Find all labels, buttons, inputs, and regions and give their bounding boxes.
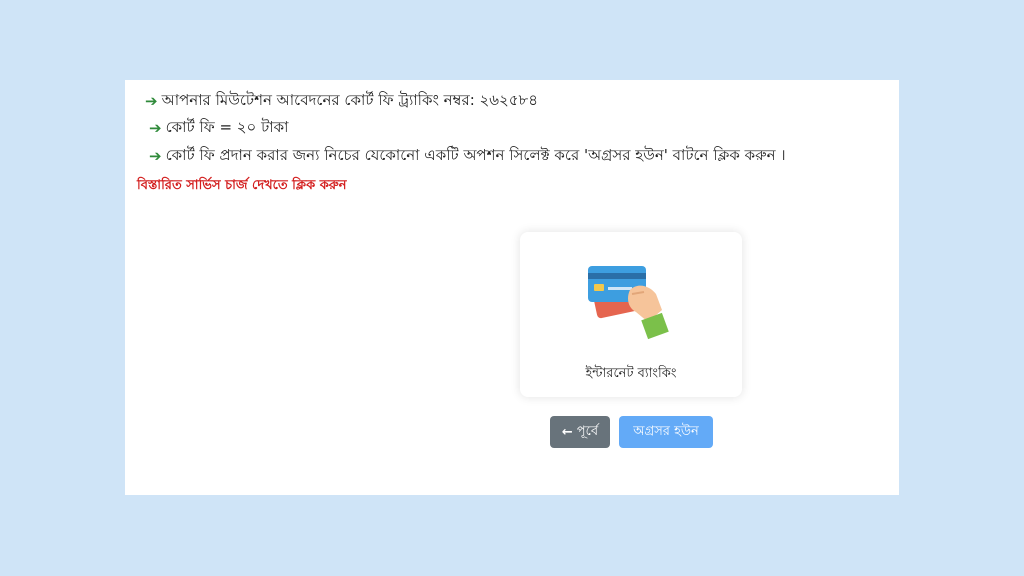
card-payment-icon: [588, 266, 669, 340]
proceed-button[interactable]: অগ্রসর হউন: [619, 416, 713, 448]
court-fee-line: ➔ কোর্ট ফি = ২০ টাকা: [149, 117, 288, 139]
court-fee-text: কোর্ট ফি = ২০ টাকা: [165, 117, 289, 136]
main-panel: ➔ আপনার মিউটেশন আবেদনের কোর্ট ফি ট্র্যাক…: [125, 80, 899, 495]
instruction-line: ➔ কোর্ট ফি প্রদান করার জন্য নিচের যেকোনো…: [149, 145, 786, 167]
back-button[interactable]: ← পূর্বে: [550, 416, 610, 448]
service-charge-link[interactable]: বিস্তারিত সার্ভিস চার্জ দেখতে ক্লিক করুন: [137, 176, 347, 197]
arrow-right-icon: ➔: [149, 147, 162, 165]
proceed-button-label: অগ্রসর হউন: [633, 423, 699, 439]
instruction-text: কোর্ট ফি প্রদান করার জন্য নিচের যেকোনো এ…: [165, 145, 786, 164]
back-button-label: পূর্বে: [576, 423, 599, 439]
arrow-right-icon: ➔: [149, 119, 162, 137]
internet-banking-option[interactable]: ইন্টারনেট ব্যাংকিং: [520, 232, 742, 397]
internet-banking-label: ইন্টারনেট ব্যাংকিং: [585, 366, 677, 381]
tracking-number-line: ➔ আপনার মিউটেশন আবেদনের কোর্ট ফি ট্র্যাক…: [145, 90, 538, 112]
arrow-right-icon: ➔: [145, 92, 158, 110]
tracking-number-text: আপনার মিউটেশন আবেদনের কোর্ট ফি ট্র্যাকিং…: [161, 90, 539, 109]
arrow-left-icon: ←: [561, 424, 573, 440]
